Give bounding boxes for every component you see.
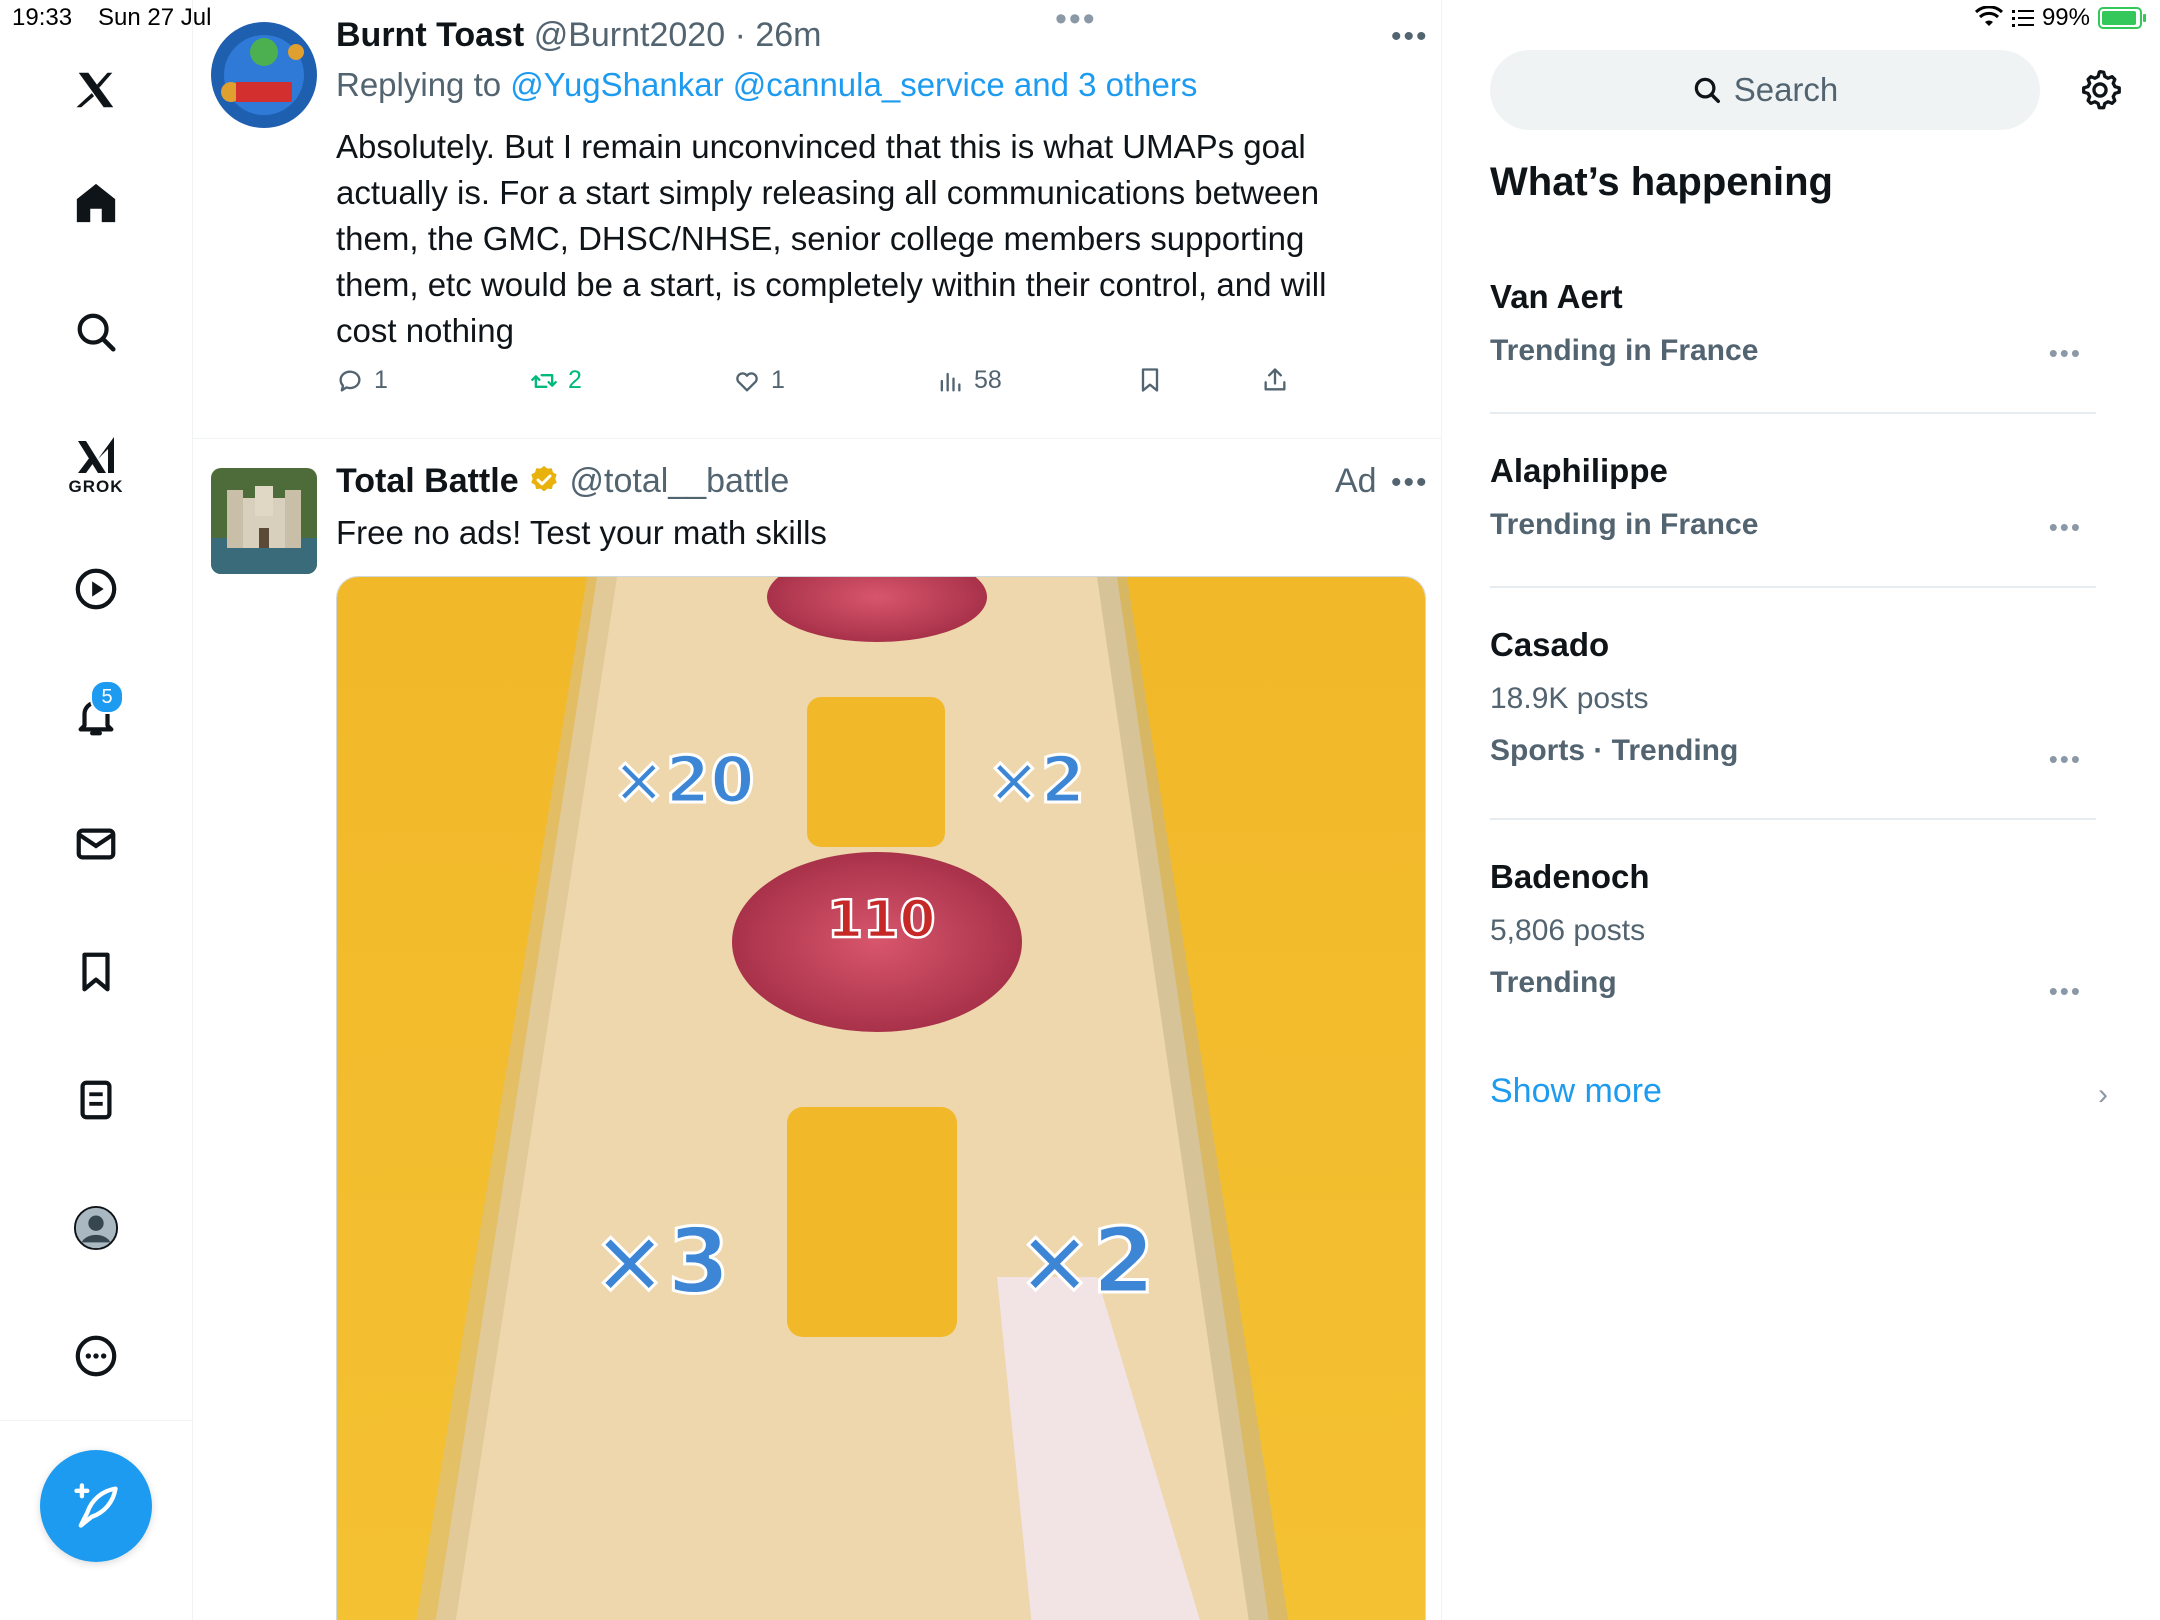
right-sidebar: Search What’s happening Van Aert Trendin…	[1442, 0, 2160, 1620]
trend-item[interactable]: Alaphilippe Trending in France •••	[1490, 452, 2096, 542]
battery-percent: 99%	[2041, 4, 2090, 31]
reply-bubble-icon	[339, 370, 361, 391]
share-icon	[1264, 368, 1286, 391]
views-button[interactable]: 58	[936, 366, 1002, 395]
multiplier-label: ×3	[592, 1209, 730, 1314]
multiplier-label: ×20	[612, 744, 755, 818]
game-scene-image: ×20 ×2 110 ×3 ×2	[337, 577, 1425, 1620]
heart-icon	[736, 371, 758, 391]
chevron-right-icon[interactable]: ›	[2098, 1078, 2108, 1112]
ad-video-media[interactable]: ×20 ×2 110 ×3 ×2	[336, 576, 1426, 1620]
messages-envelope-icon[interactable]	[60, 808, 132, 880]
tweet-text: Free no ads! Test your math skills	[336, 514, 827, 551]
x-logo-icon[interactable]	[60, 54, 132, 126]
ad-label: Ad	[1335, 462, 1377, 500]
video-play-icon[interactable]	[60, 553, 132, 625]
more-options-icon[interactable]	[60, 1320, 132, 1392]
trend-name: Van Aert	[1490, 278, 1623, 315]
status-bar: 19:33 Sun 27 Jul 99%	[0, 0, 2160, 40]
trend-name: Alaphilippe	[1490, 452, 1668, 489]
share-button[interactable]	[1261, 366, 1289, 394]
tweet-header: Total Battle @total__battle	[336, 462, 789, 501]
trend-post-count: 18.9K posts	[1490, 682, 1649, 715]
verified-badge-icon	[531, 466, 557, 492]
trend-context: Trending in France	[1490, 508, 1759, 541]
search-placeholder: Search	[1733, 71, 1839, 108]
multiplier-label: ×2	[1017, 1209, 1155, 1314]
retweet-icon	[531, 373, 557, 388]
trend-name: Casado	[1490, 626, 1610, 663]
trend-context: Trending	[1490, 966, 1617, 999]
like-count: 1	[771, 366, 785, 394]
trend-item[interactable]: Badenoch 5,806 posts Trending •••	[1490, 858, 2096, 1006]
author-handle[interactable]: @total__battle	[570, 462, 790, 500]
trend-item[interactable]: Van Aert Trending in France •••	[1490, 278, 2096, 368]
bookmarks-icon[interactable]	[60, 936, 132, 1008]
status-indicators: 99%	[1974, 4, 2146, 32]
list-icon	[2011, 10, 2034, 27]
lists-icon[interactable]	[60, 1064, 132, 1136]
tweet-actions: 1 2 1 58	[336, 366, 1296, 406]
army-count-label: 110	[827, 890, 936, 950]
tweet-text: Absolutely. But I remain unconvinced tha…	[336, 128, 1327, 349]
settings-gear-icon[interactable]	[2072, 62, 2128, 118]
trend-separator	[1490, 412, 2096, 414]
trend-separator	[1490, 586, 2096, 588]
tweet-reply[interactable]: Burnt Toast @Burnt2020 · 26m ••• Replyin…	[193, 0, 1441, 440]
show-more-link[interactable]: Show more	[1490, 1072, 1662, 1111]
reply-button[interactable]: 1	[336, 366, 388, 395]
reply-count: 1	[374, 366, 388, 394]
retweet-button[interactable]: 2	[530, 366, 582, 395]
explore-search-icon[interactable]	[60, 296, 132, 368]
replying-to: Replying to @YugShankar @cannula_service…	[336, 66, 1197, 104]
nav-divider	[0, 1420, 192, 1421]
retweet-count: 2	[568, 366, 582, 394]
left-navigation: GROK 5	[0, 0, 193, 1620]
timeline-feed: ••• Burnt Toast @Burnt2020 · 26m ••• Rep…	[193, 0, 1442, 1620]
wifi-icon	[1974, 6, 2003, 26]
replying-to-users[interactable]: @YugShankar @cannula_service and 3 other…	[510, 66, 1197, 103]
views-count: 58	[974, 366, 1002, 394]
replying-prefix: Replying to	[336, 66, 511, 103]
battery-icon	[2098, 7, 2146, 29]
trend-more-icon[interactable]: •••	[2049, 338, 2082, 369]
tweet-separator	[193, 438, 1441, 439]
views-chart-icon	[940, 372, 961, 391]
multiplier-label: ×2	[987, 744, 1085, 818]
compose-post-button[interactable]	[40, 1450, 152, 1562]
like-button[interactable]: 1	[733, 366, 785, 395]
tweet-more-icon[interactable]: •••	[1391, 466, 1429, 500]
search-icon	[1694, 77, 1720, 103]
trend-name: Badenoch	[1490, 858, 1650, 895]
home-icon[interactable]	[60, 167, 132, 239]
bookmark-button[interactable]	[1136, 366, 1164, 394]
compose-feather-icon	[74, 1483, 118, 1528]
grok-label: GROK	[68, 477, 124, 496]
search-input[interactable]: Search	[1490, 50, 2040, 130]
notifications-badge: 5	[90, 680, 124, 714]
whats-happening-title: What’s happening	[1490, 160, 1833, 204]
trend-more-icon[interactable]: •••	[2049, 512, 2082, 543]
trend-more-icon[interactable]: •••	[2049, 744, 2082, 775]
trend-separator	[1490, 818, 2096, 820]
status-time: 19:33	[12, 4, 73, 31]
trend-context: Sports · Trending	[1490, 734, 1739, 767]
status-date: Sun 27 Jul	[98, 4, 212, 31]
trend-context: Trending in France	[1490, 334, 1759, 367]
castle-image-icon	[211, 468, 317, 574]
bookmark-icon	[1141, 368, 1159, 392]
grok-icon[interactable]: GROK	[60, 420, 132, 510]
advertiser-avatar[interactable]	[211, 468, 317, 574]
trend-post-count: 5,806 posts	[1490, 914, 1646, 947]
profile-avatar-icon[interactable]	[60, 1192, 132, 1264]
author-name[interactable]: Total Battle	[336, 462, 519, 500]
trend-item[interactable]: Casado 18.9K posts Sports · Trending •••	[1490, 626, 2096, 774]
notifications-bell-icon[interactable]: 5	[60, 680, 132, 752]
trend-more-icon[interactable]: •••	[2049, 976, 2082, 1007]
